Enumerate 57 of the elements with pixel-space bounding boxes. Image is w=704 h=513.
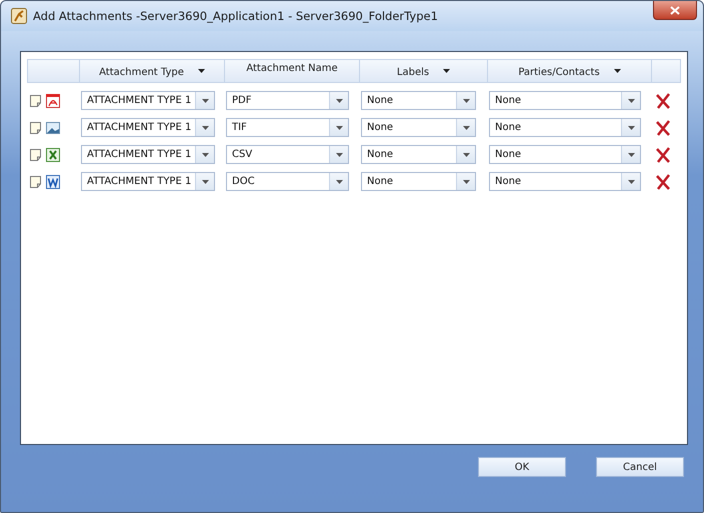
dropdown-field[interactable]: None bbox=[361, 118, 476, 137]
dropdown-arrow-icon bbox=[336, 126, 342, 130]
column-header[interactable]: Attachment Type bbox=[99, 66, 184, 78]
dropdown-field[interactable]: ATTACHMENT TYPE 1 bbox=[81, 172, 215, 191]
delete-icon[interactable] bbox=[655, 146, 671, 162]
delete-icon[interactable] bbox=[655, 174, 671, 190]
dialog-button[interactable]: Cancel bbox=[596, 457, 684, 477]
dropdown-arrow-icon[interactable] bbox=[614, 69, 621, 73]
dropdown-arrow-icon bbox=[628, 126, 634, 130]
note-icon[interactable] bbox=[30, 176, 41, 188]
dropdown-arrow-icon bbox=[462, 152, 470, 156]
dropdown-arrow-icon bbox=[202, 180, 208, 184]
dropdown-arrow-icon bbox=[462, 126, 470, 130]
dropdown-arrow-icon bbox=[336, 152, 342, 156]
dropdown-field[interactable]: ATTACHMENT TYPE 1 bbox=[81, 118, 215, 137]
dropdown-field[interactable]: None bbox=[489, 91, 641, 110]
note-icon[interactable] bbox=[30, 148, 41, 160]
app-icon bbox=[11, 8, 27, 24]
dropdown-field[interactable]: CSV bbox=[226, 145, 349, 164]
pdf-file-icon bbox=[45, 92, 61, 108]
dropdown-arrow-icon bbox=[202, 98, 208, 102]
column-header[interactable]: Labels bbox=[396, 66, 430, 78]
delete-icon[interactable] bbox=[655, 120, 671, 136]
dropdown-field[interactable]: None bbox=[489, 145, 641, 164]
column-header[interactable]: Parties/Contacts bbox=[518, 66, 600, 78]
dialog-button[interactable]: OK bbox=[478, 457, 566, 477]
image-file-icon bbox=[45, 120, 61, 136]
window-title: Add Attachments -Server3690_Application1 - Server3690_FolderType1 bbox=[33, 9, 438, 23]
dropdown-arrow-icon bbox=[628, 152, 634, 156]
delete-icon[interactable] bbox=[655, 92, 671, 108]
dropdown-field[interactable]: ATTACHMENT TYPE 1 bbox=[81, 145, 215, 164]
dropdown-arrow-icon bbox=[462, 180, 470, 184]
dropdown-field[interactable]: None bbox=[361, 172, 476, 191]
note-icon[interactable] bbox=[30, 122, 41, 134]
dropdown-field[interactable]: None bbox=[361, 91, 476, 110]
dropdown-field[interactable]: PDF bbox=[226, 91, 349, 110]
column-header[interactable]: Attachment Name bbox=[246, 62, 338, 74]
close-icon bbox=[670, 6, 680, 14]
dropdown-field[interactable]: None bbox=[489, 172, 641, 191]
document-file-icon bbox=[45, 174, 61, 190]
dropdown-field[interactable]: None bbox=[361, 145, 476, 164]
close-button[interactable] bbox=[653, 1, 697, 20]
dropdown-arrow-icon bbox=[202, 152, 208, 156]
dropdown-arrow-icon bbox=[628, 98, 634, 102]
dropdown-arrow-icon bbox=[628, 180, 634, 184]
dropdown-field[interactable]: None bbox=[489, 118, 641, 137]
dropdown-field[interactable]: TIF bbox=[226, 118, 349, 137]
dropdown-field[interactable]: DOC bbox=[226, 172, 349, 191]
dropdown-arrow-icon bbox=[202, 126, 208, 130]
dropdown-arrow-icon[interactable] bbox=[443, 69, 450, 73]
dropdown-arrow-icon bbox=[462, 98, 470, 102]
dropdown-arrow-icon bbox=[336, 98, 342, 102]
dropdown-arrow-icon[interactable] bbox=[198, 69, 205, 73]
dropdown-field[interactable]: ATTACHMENT TYPE 1 bbox=[81, 91, 215, 110]
spreadsheet-file-icon bbox=[45, 146, 61, 162]
note-icon[interactable] bbox=[30, 94, 41, 106]
dropdown-arrow-icon bbox=[336, 180, 342, 184]
